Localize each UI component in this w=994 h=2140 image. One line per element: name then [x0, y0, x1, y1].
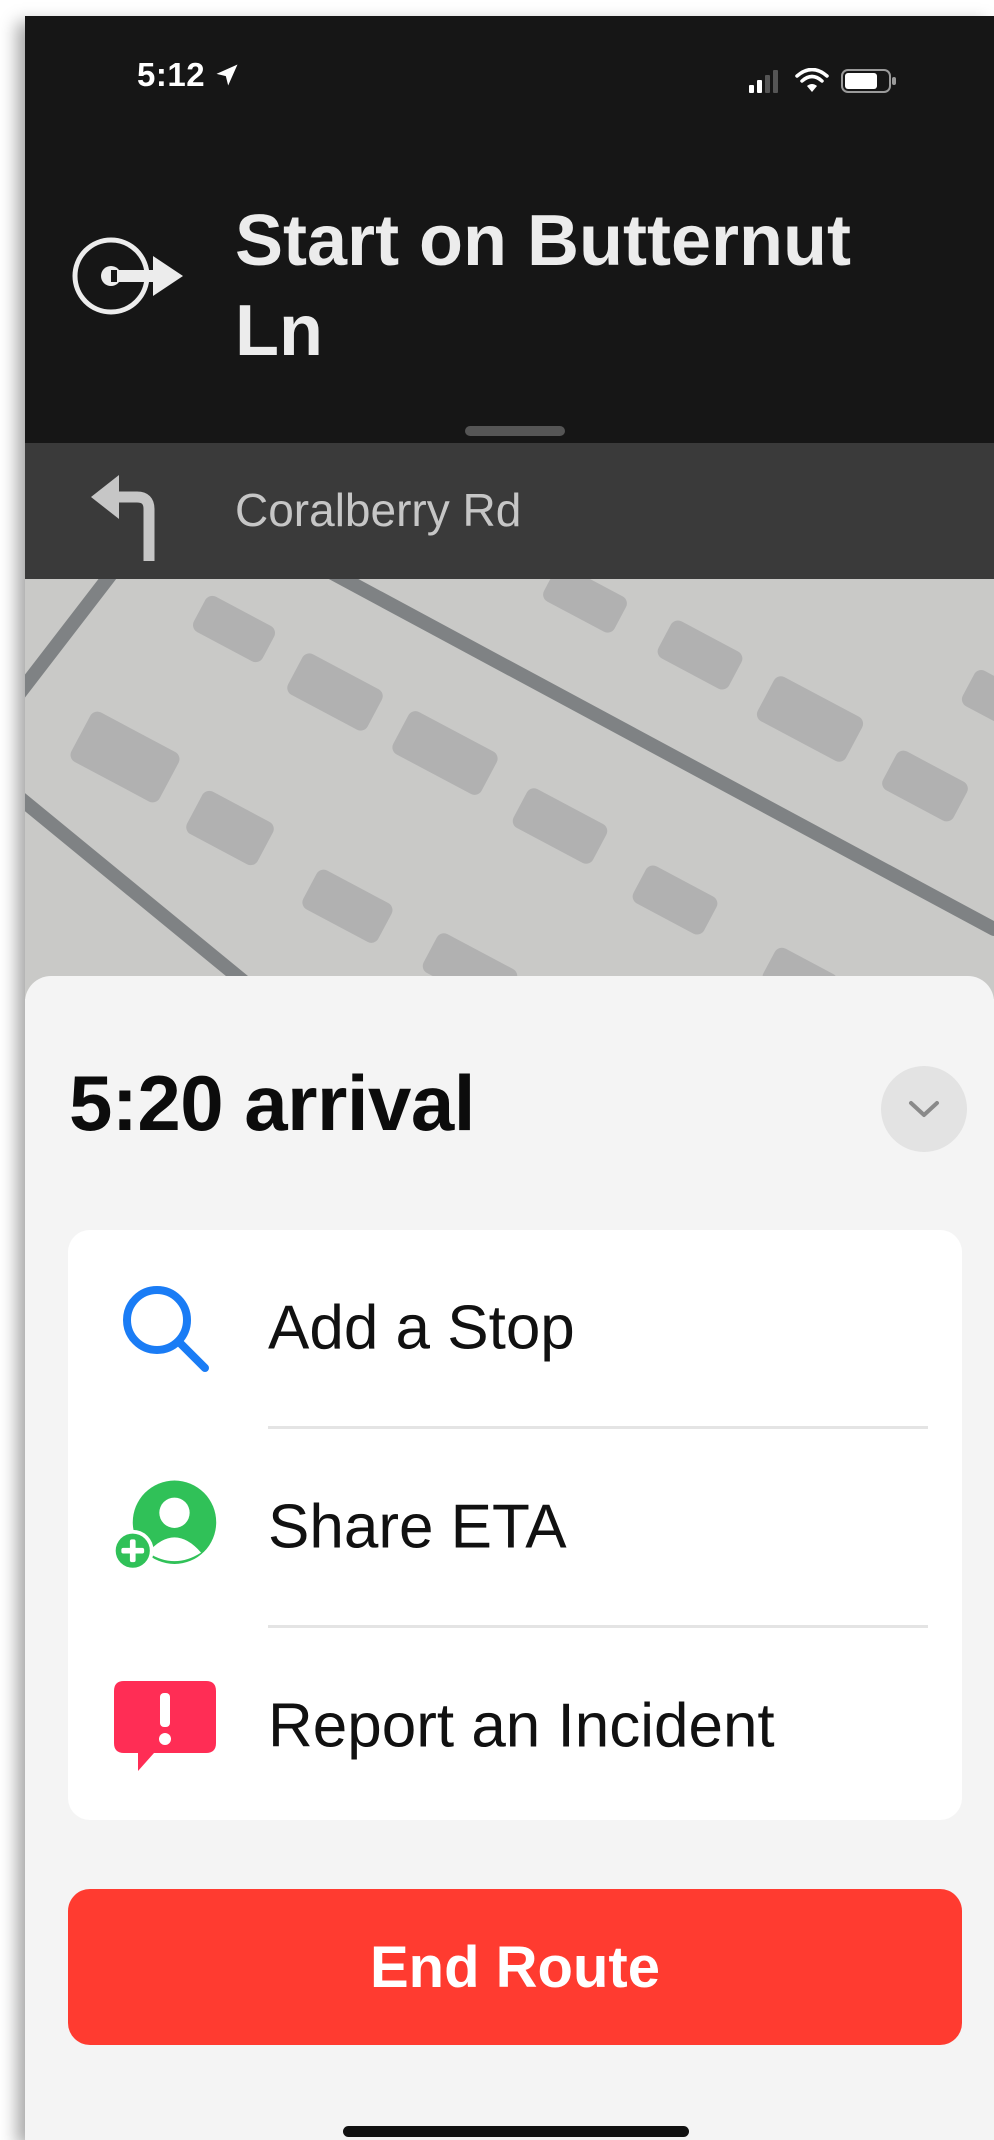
status-time: 5:12 — [137, 56, 206, 93]
home-indicator[interactable] — [343, 2126, 689, 2137]
route-actions-card: Add a Stop Share ETA Report an Incident — [68, 1230, 962, 1820]
route-sheet: 5:20 arrival Add a Stop Share ETA Report… — [25, 976, 994, 2140]
cellular-signal-icon — [749, 70, 778, 93]
add-stop-label: Add a Stop — [268, 1293, 575, 1363]
phone-screen: 5:12 Start on Butternut Ln Coralberry Rd… — [25, 16, 994, 2140]
wifi-icon — [795, 68, 829, 92]
report-incident-icon — [110, 1671, 220, 1781]
status-time-group: 5:12 — [137, 56, 241, 94]
collapse-sheet-button[interactable] — [881, 1066, 967, 1152]
arrival-time: 5:20 arrival — [69, 1059, 475, 1147]
share-eta-label: Share ETA — [268, 1492, 567, 1562]
share-eta-button[interactable]: Share ETA — [68, 1429, 962, 1625]
map-roads-and-buildings — [25, 579, 994, 999]
start-route-arrow-icon — [72, 237, 183, 315]
end-route-button[interactable]: End Route — [68, 1889, 962, 2045]
next-maneuver-bar[interactable]: Coralberry Rd — [25, 443, 994, 579]
add-stop-button[interactable]: Add a Stop — [68, 1230, 962, 1426]
chevron-down-icon — [909, 1101, 939, 1117]
map-view[interactable] — [25, 579, 994, 999]
report-incident-button[interactable]: Report an Incident — [68, 1628, 962, 1824]
status-indicators — [749, 68, 897, 94]
instruction-text: Start on Butternut Ln — [235, 201, 851, 371]
turn-left-arrow-icon — [91, 475, 155, 561]
header-drag-handle[interactable] — [465, 426, 565, 436]
search-icon — [110, 1273, 220, 1383]
next-street-label: Coralberry Rd — [235, 484, 522, 536]
navigation-header: 5:12 Start on Butternut Ln — [25, 16, 994, 443]
report-incident-label: Report an Incident — [268, 1691, 775, 1761]
share-eta-person-add-icon — [110, 1472, 220, 1582]
location-arrow-icon — [216, 64, 238, 86]
battery-icon — [841, 69, 896, 93]
